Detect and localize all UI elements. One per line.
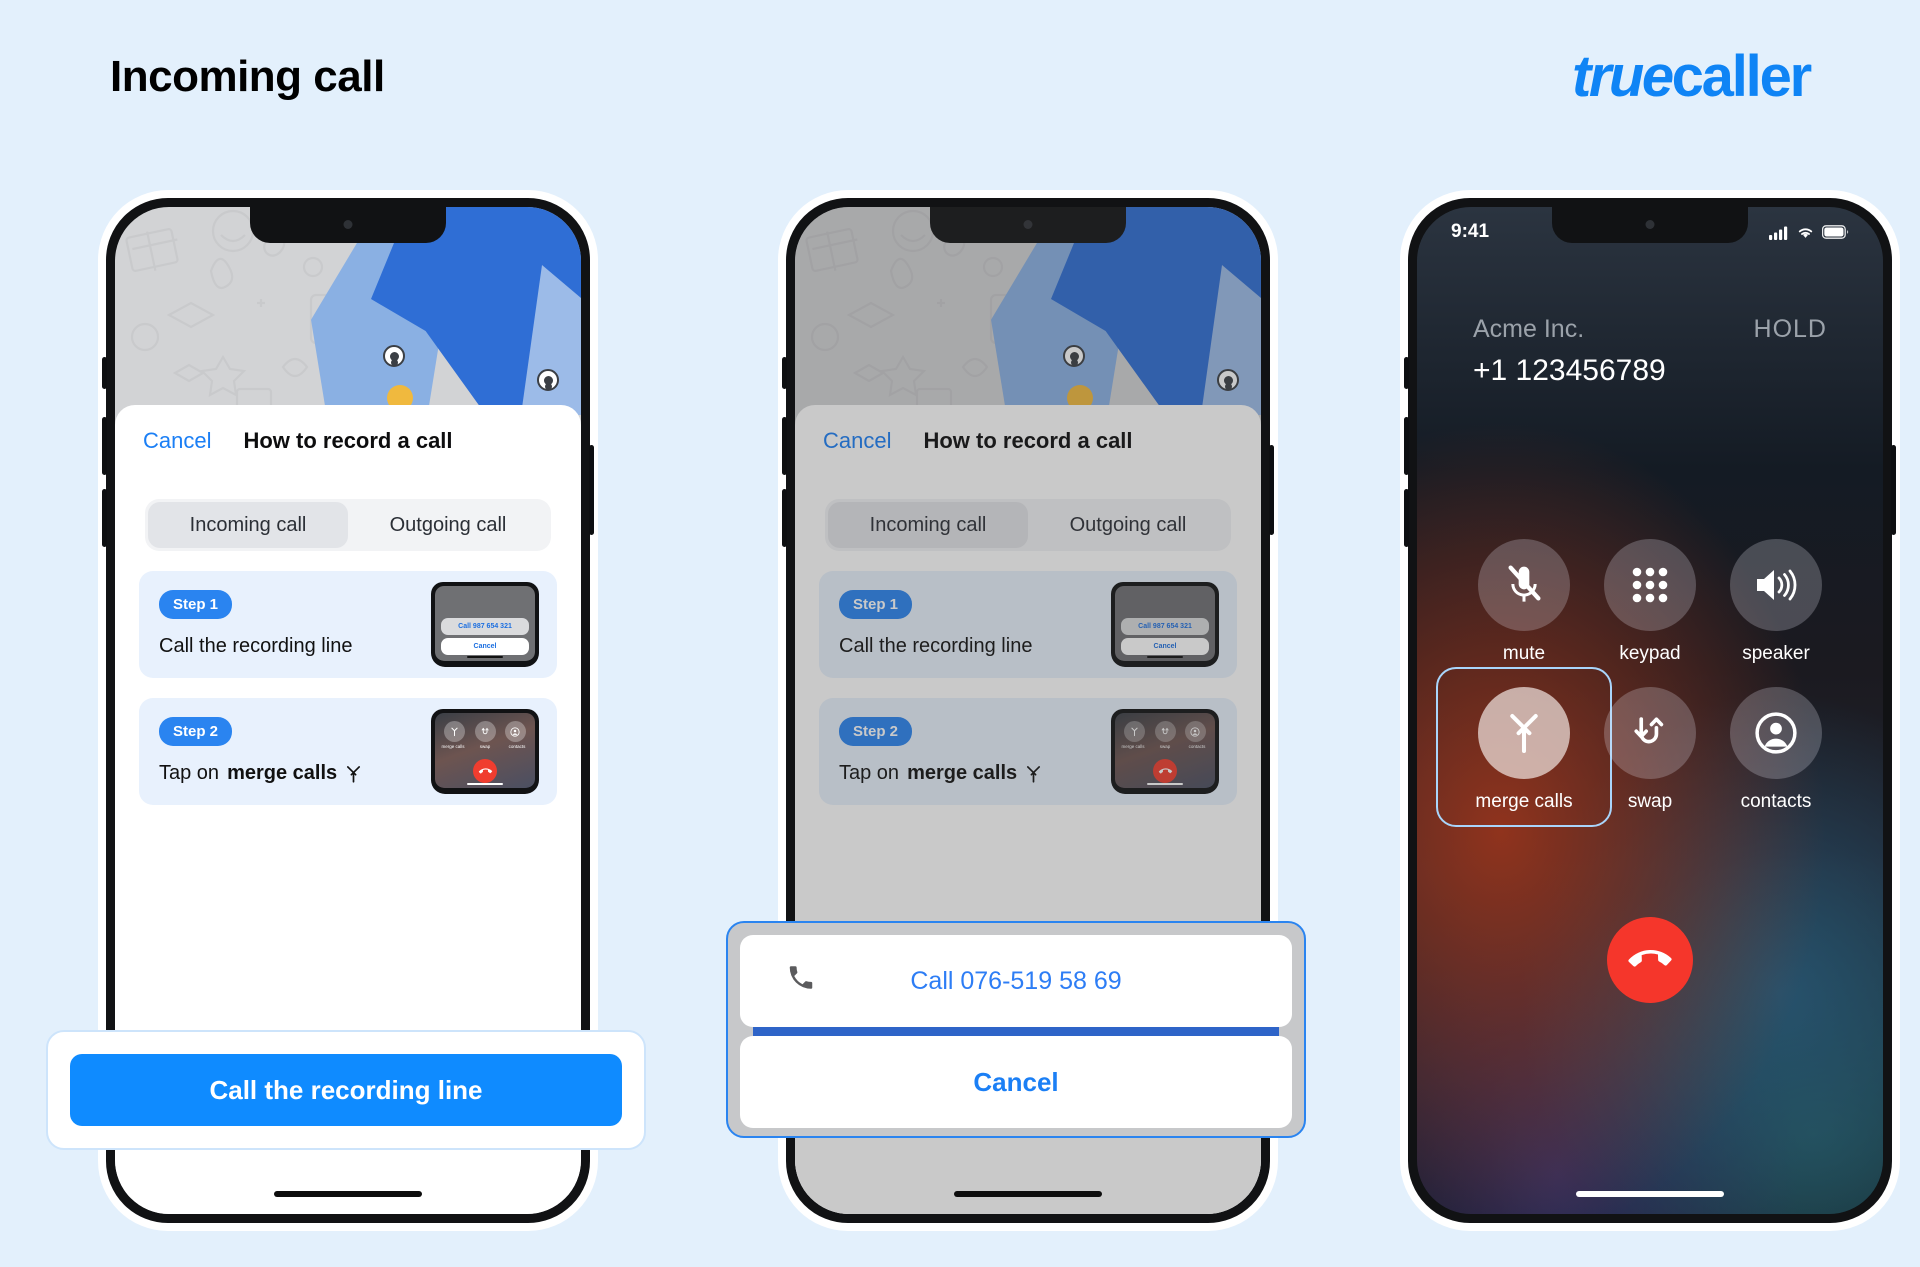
call-action-sheet: Call 076-519 58 69 Cancel (726, 921, 1306, 1138)
map-pin-icon (537, 369, 559, 391)
step-thumbnail-incall: merge calls swap contacts (431, 709, 539, 794)
thumb-call-row: Call 987 654 321 (441, 618, 529, 635)
notch (250, 207, 446, 243)
step-badge: Step 2 (159, 717, 233, 746)
call-control-label: contacts (1740, 791, 1812, 812)
call-control-label: merge calls (1475, 791, 1573, 812)
merge-calls-icon (1478, 687, 1570, 779)
call-control-label: keypad (1619, 643, 1681, 664)
call-control-contacts[interactable]: contacts (1713, 687, 1839, 813)
call-controls-grid: mute keypad speaker merge calls swap con… (1436, 539, 1839, 827)
swap-icon (474, 721, 496, 742)
contacts-icon (504, 721, 526, 742)
end-call-icon (1628, 950, 1672, 967)
cta-card: Call the recording line (46, 1030, 646, 1150)
call-control-label: swap (1627, 791, 1673, 812)
cellular-signal-icon (1769, 226, 1788, 240)
thumb-cancel-row: Cancel (441, 638, 529, 655)
caller-name: Acme Inc. (1473, 315, 1585, 343)
status-indicators (1769, 225, 1849, 240)
truecaller-logo: true caller (1572, 44, 1813, 109)
end-call-icon (473, 759, 497, 783)
speaker-icon (1730, 539, 1822, 631)
volume-up-button[interactable] (1404, 417, 1409, 475)
step-card-1: Step 1 Call the recording line Call 987 … (139, 571, 557, 678)
tab-incoming-call[interactable]: Incoming call (148, 502, 348, 548)
call-control-keypad[interactable]: keypad (1587, 539, 1713, 665)
step-badge: Step 1 (159, 590, 233, 619)
thumb-label-merge: merge calls (441, 744, 465, 749)
thumbnail-screen: Call 987 654 321 Cancel (435, 586, 535, 661)
step-text-plain: Call the recording line (159, 635, 353, 657)
battery-icon (1822, 225, 1849, 239)
thumb-home-bar (467, 655, 503, 658)
silent-switch[interactable] (782, 357, 787, 389)
front-camera-icon (343, 220, 353, 229)
power-button[interactable] (589, 445, 594, 535)
end-call-button[interactable] (1607, 917, 1693, 1003)
power-button[interactable] (1269, 445, 1274, 535)
step-text: Tap on merge calls (159, 762, 362, 785)
sheet-cancel-button[interactable]: Cancel (143, 428, 211, 454)
volume-up-button[interactable] (102, 417, 107, 475)
action-call-label: Call 076-519 58 69 (910, 966, 1122, 995)
step-card-2: Step 2 Tap on merge calls merge calls sw… (139, 698, 557, 805)
call-control-mute[interactable]: mute (1461, 539, 1587, 665)
logo-text-caller: caller (1671, 44, 1813, 109)
mic-off-icon (1478, 539, 1570, 631)
phone-handset-icon (786, 963, 816, 1000)
page-title: Incoming call (110, 52, 385, 101)
map-pin-icon (383, 345, 405, 367)
action-call-button[interactable]: Call 076-519 58 69 (740, 935, 1292, 1027)
caller-phone-number: +1 123456789 (1473, 354, 1666, 387)
home-indicator (274, 1191, 422, 1197)
phone-mockup-incall: 9:41 Acme Inc. HOLD +1 123456789 mute ke… (1404, 198, 1896, 1223)
call-control-swap[interactable]: swap (1587, 687, 1713, 813)
action-sheet-divider (753, 1027, 1279, 1036)
screenshot-canvas: Incoming call true caller Cancel How to … (0, 0, 1920, 1267)
sheet-header: Cancel How to record a call (115, 405, 581, 477)
call-state-badge: HOLD (1753, 315, 1827, 343)
silent-switch[interactable] (1404, 357, 1409, 389)
call-info: Acme Inc. HOLD +1 123456789 (1473, 315, 1827, 388)
tab-outgoing-call[interactable]: Outgoing call (348, 502, 548, 548)
step-thumbnail-dialog: Call 987 654 321 Cancel (431, 582, 539, 667)
volume-down-button[interactable] (782, 489, 787, 547)
call-recording-line-button[interactable]: Call the recording line (70, 1054, 622, 1126)
swap-icon (1604, 687, 1696, 779)
volume-up-button[interactable] (782, 417, 787, 475)
call-info-top-row: Acme Inc. HOLD (1473, 315, 1827, 344)
thumb-label-contacts: contacts (508, 744, 526, 749)
logo-text-true: true (1572, 44, 1674, 109)
silent-switch[interactable] (102, 357, 107, 389)
home-indicator (1576, 1191, 1724, 1197)
thumb-home-bar (467, 782, 503, 785)
call-control-speaker[interactable]: speaker (1713, 539, 1839, 665)
step-text: Call the recording line (159, 635, 352, 658)
volume-down-button[interactable] (1404, 489, 1409, 547)
thumb-control-labels: merge calls swap contacts (435, 744, 535, 749)
power-button[interactable] (1891, 445, 1896, 535)
thumb-controls (435, 721, 535, 742)
step-text-plain: Tap on (159, 762, 220, 784)
merge-calls-icon (444, 721, 466, 742)
wifi-icon (1798, 227, 1813, 238)
thumbnail-screen: merge calls swap contacts (435, 713, 535, 788)
thumb-label-swap: swap (479, 744, 491, 749)
contacts-icon (1730, 687, 1822, 779)
status-time: 9:41 (1451, 221, 1490, 242)
call-control-label: speaker (1742, 643, 1810, 664)
phone3-screen: 9:41 Acme Inc. HOLD +1 123456789 mute ke… (1417, 207, 1883, 1214)
call-control-merge-calls[interactable]: merge calls (1436, 667, 1612, 827)
status-bar: 9:41 (1417, 207, 1883, 257)
keypad-icon (1604, 539, 1696, 631)
step-text-emphasis: merge calls (227, 762, 338, 784)
call-type-segmented-control: Incoming call Outgoing call (145, 499, 551, 551)
call-control-label: mute (1502, 643, 1546, 664)
home-indicator (954, 1191, 1102, 1197)
action-cancel-button[interactable]: Cancel (740, 1036, 1292, 1128)
volume-down-button[interactable] (102, 489, 107, 547)
merge-calls-icon (347, 765, 361, 783)
